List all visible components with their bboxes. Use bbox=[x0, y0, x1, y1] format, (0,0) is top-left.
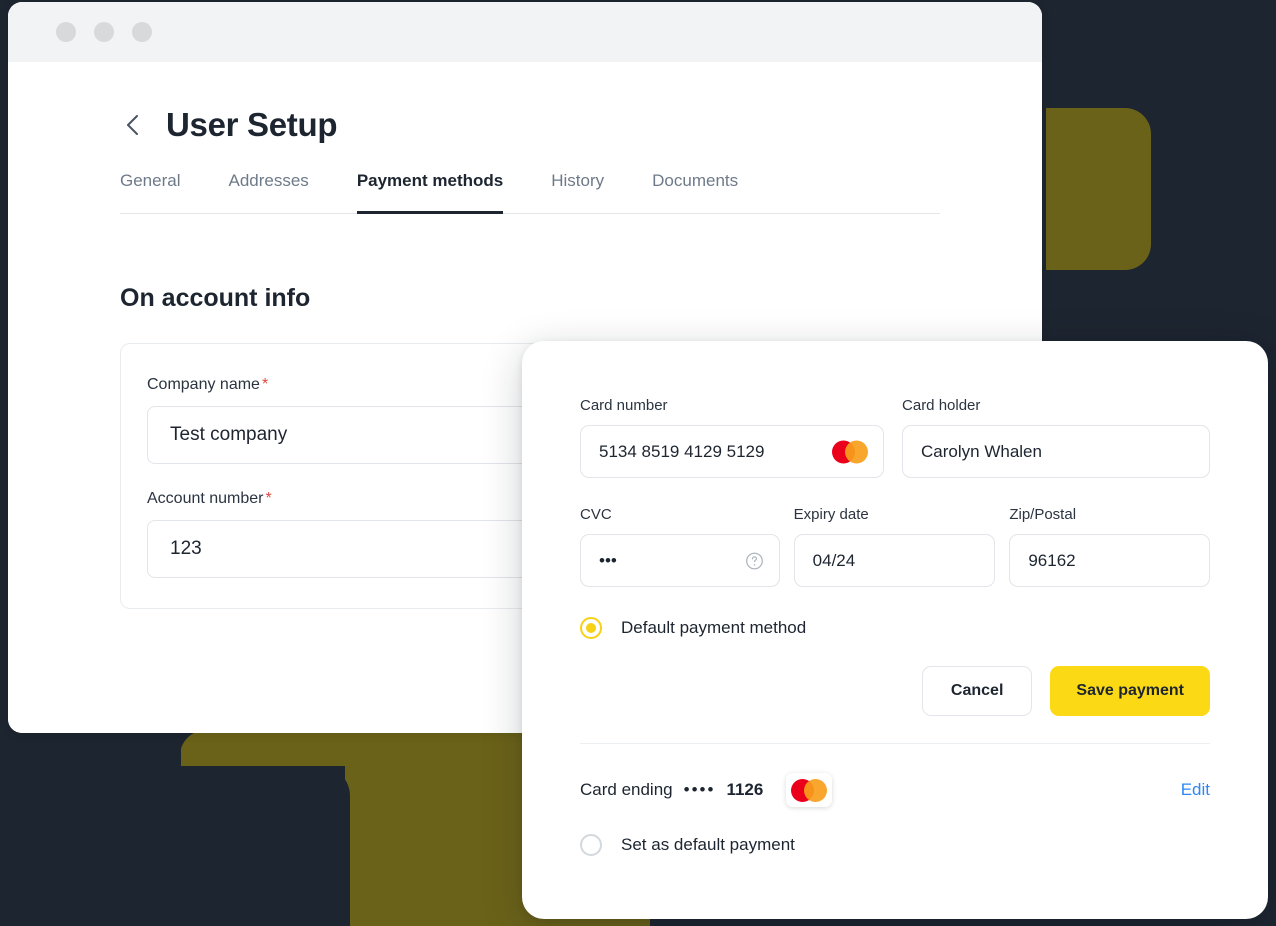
required-asterisk: * bbox=[265, 490, 272, 507]
decorative-notch-left bbox=[0, 730, 181, 926]
saved-card-mask: •••• bbox=[683, 780, 716, 799]
tab-bar: General Addresses Payment methods Histor… bbox=[120, 171, 940, 214]
modal-divider bbox=[580, 743, 1210, 744]
field-cvc: CVC bbox=[580, 506, 780, 587]
saved-card-row: Card ending •••• 1126 Edit bbox=[580, 773, 1210, 807]
cvc-input-wrap bbox=[580, 534, 780, 587]
saved-card-prefix: Card ending bbox=[580, 780, 673, 799]
card-holder-label: Card holder bbox=[902, 397, 981, 414]
expiry-date-label: Expiry date bbox=[793, 506, 869, 523]
save-payment-button[interactable]: Save payment bbox=[1050, 666, 1210, 716]
saved-card-brand-badge bbox=[786, 773, 833, 807]
close-icon[interactable] bbox=[56, 22, 76, 42]
card-number-label: Card number bbox=[580, 397, 668, 414]
cvc-input[interactable] bbox=[580, 534, 780, 587]
zip-postal-label: Zip/Postal bbox=[1009, 506, 1077, 523]
tab-documents[interactable]: Documents bbox=[652, 171, 738, 213]
minimize-icon[interactable] bbox=[94, 22, 114, 42]
decorative-shape-bottom-strip bbox=[180, 730, 350, 766]
decorative-shape-top-right bbox=[1046, 108, 1151, 270]
card-holder-input[interactable] bbox=[902, 425, 1210, 478]
field-card-number: Card number bbox=[580, 397, 885, 478]
section-title-on-account-info: On account info bbox=[120, 284, 311, 312]
default-payment-method-radio[interactable] bbox=[580, 617, 602, 639]
page-header: User Setup bbox=[120, 108, 1042, 141]
card-credentials-row: Card number Card holder bbox=[580, 397, 1210, 478]
account-number-label-text: Account number bbox=[147, 490, 264, 507]
saved-card-last4: 1126 bbox=[726, 780, 764, 799]
required-asterisk: * bbox=[261, 376, 269, 393]
modal-action-buttons: Cancel Save payment bbox=[580, 666, 1210, 716]
set-as-default-payment-label: Set as default payment bbox=[621, 835, 795, 854]
cancel-button[interactable]: Cancel bbox=[921, 666, 1033, 716]
payment-method-modal: Card number Card holder CVC bbox=[522, 341, 1268, 919]
company-name-label-text: Company name bbox=[147, 376, 260, 393]
page-title: User Setup bbox=[166, 106, 338, 143]
default-payment-method-row[interactable]: Default payment method bbox=[580, 617, 1210, 639]
tab-payment-methods[interactable]: Payment methods bbox=[356, 171, 504, 214]
field-card-holder: Card holder bbox=[902, 397, 1210, 478]
window-titlebar bbox=[8, 2, 1042, 62]
zip-postal-input[interactable] bbox=[1009, 534, 1210, 587]
default-payment-method-label: Default payment method bbox=[621, 618, 807, 637]
maximize-icon[interactable] bbox=[132, 22, 152, 42]
tab-addresses[interactable]: Addresses bbox=[228, 171, 308, 213]
cvc-label: CVC bbox=[580, 506, 612, 523]
tab-history[interactable]: History bbox=[551, 171, 604, 213]
saved-card-text: Card ending •••• 1126 bbox=[580, 780, 763, 800]
card-details-row: CVC Expiry date Zip/Postal bbox=[580, 506, 1210, 587]
mastercard-logo bbox=[791, 778, 828, 802]
edit-saved-card-link[interactable]: Edit bbox=[1181, 780, 1210, 800]
chevron-left-icon[interactable] bbox=[120, 112, 146, 138]
tab-general[interactable]: General bbox=[120, 171, 180, 213]
set-as-default-payment-radio[interactable] bbox=[580, 834, 602, 856]
card-number-input-wrap bbox=[580, 425, 885, 478]
card-number-input[interactable] bbox=[580, 425, 885, 478]
set-as-default-payment-row[interactable]: Set as default payment bbox=[580, 834, 1210, 856]
expiry-date-input[interactable] bbox=[793, 534, 996, 587]
mastercard-orange-circle bbox=[804, 778, 828, 802]
mastercard-icon bbox=[786, 773, 833, 807]
field-zip-postal: Zip/Postal bbox=[1009, 506, 1210, 587]
field-expiry-date: Expiry date bbox=[793, 506, 996, 587]
